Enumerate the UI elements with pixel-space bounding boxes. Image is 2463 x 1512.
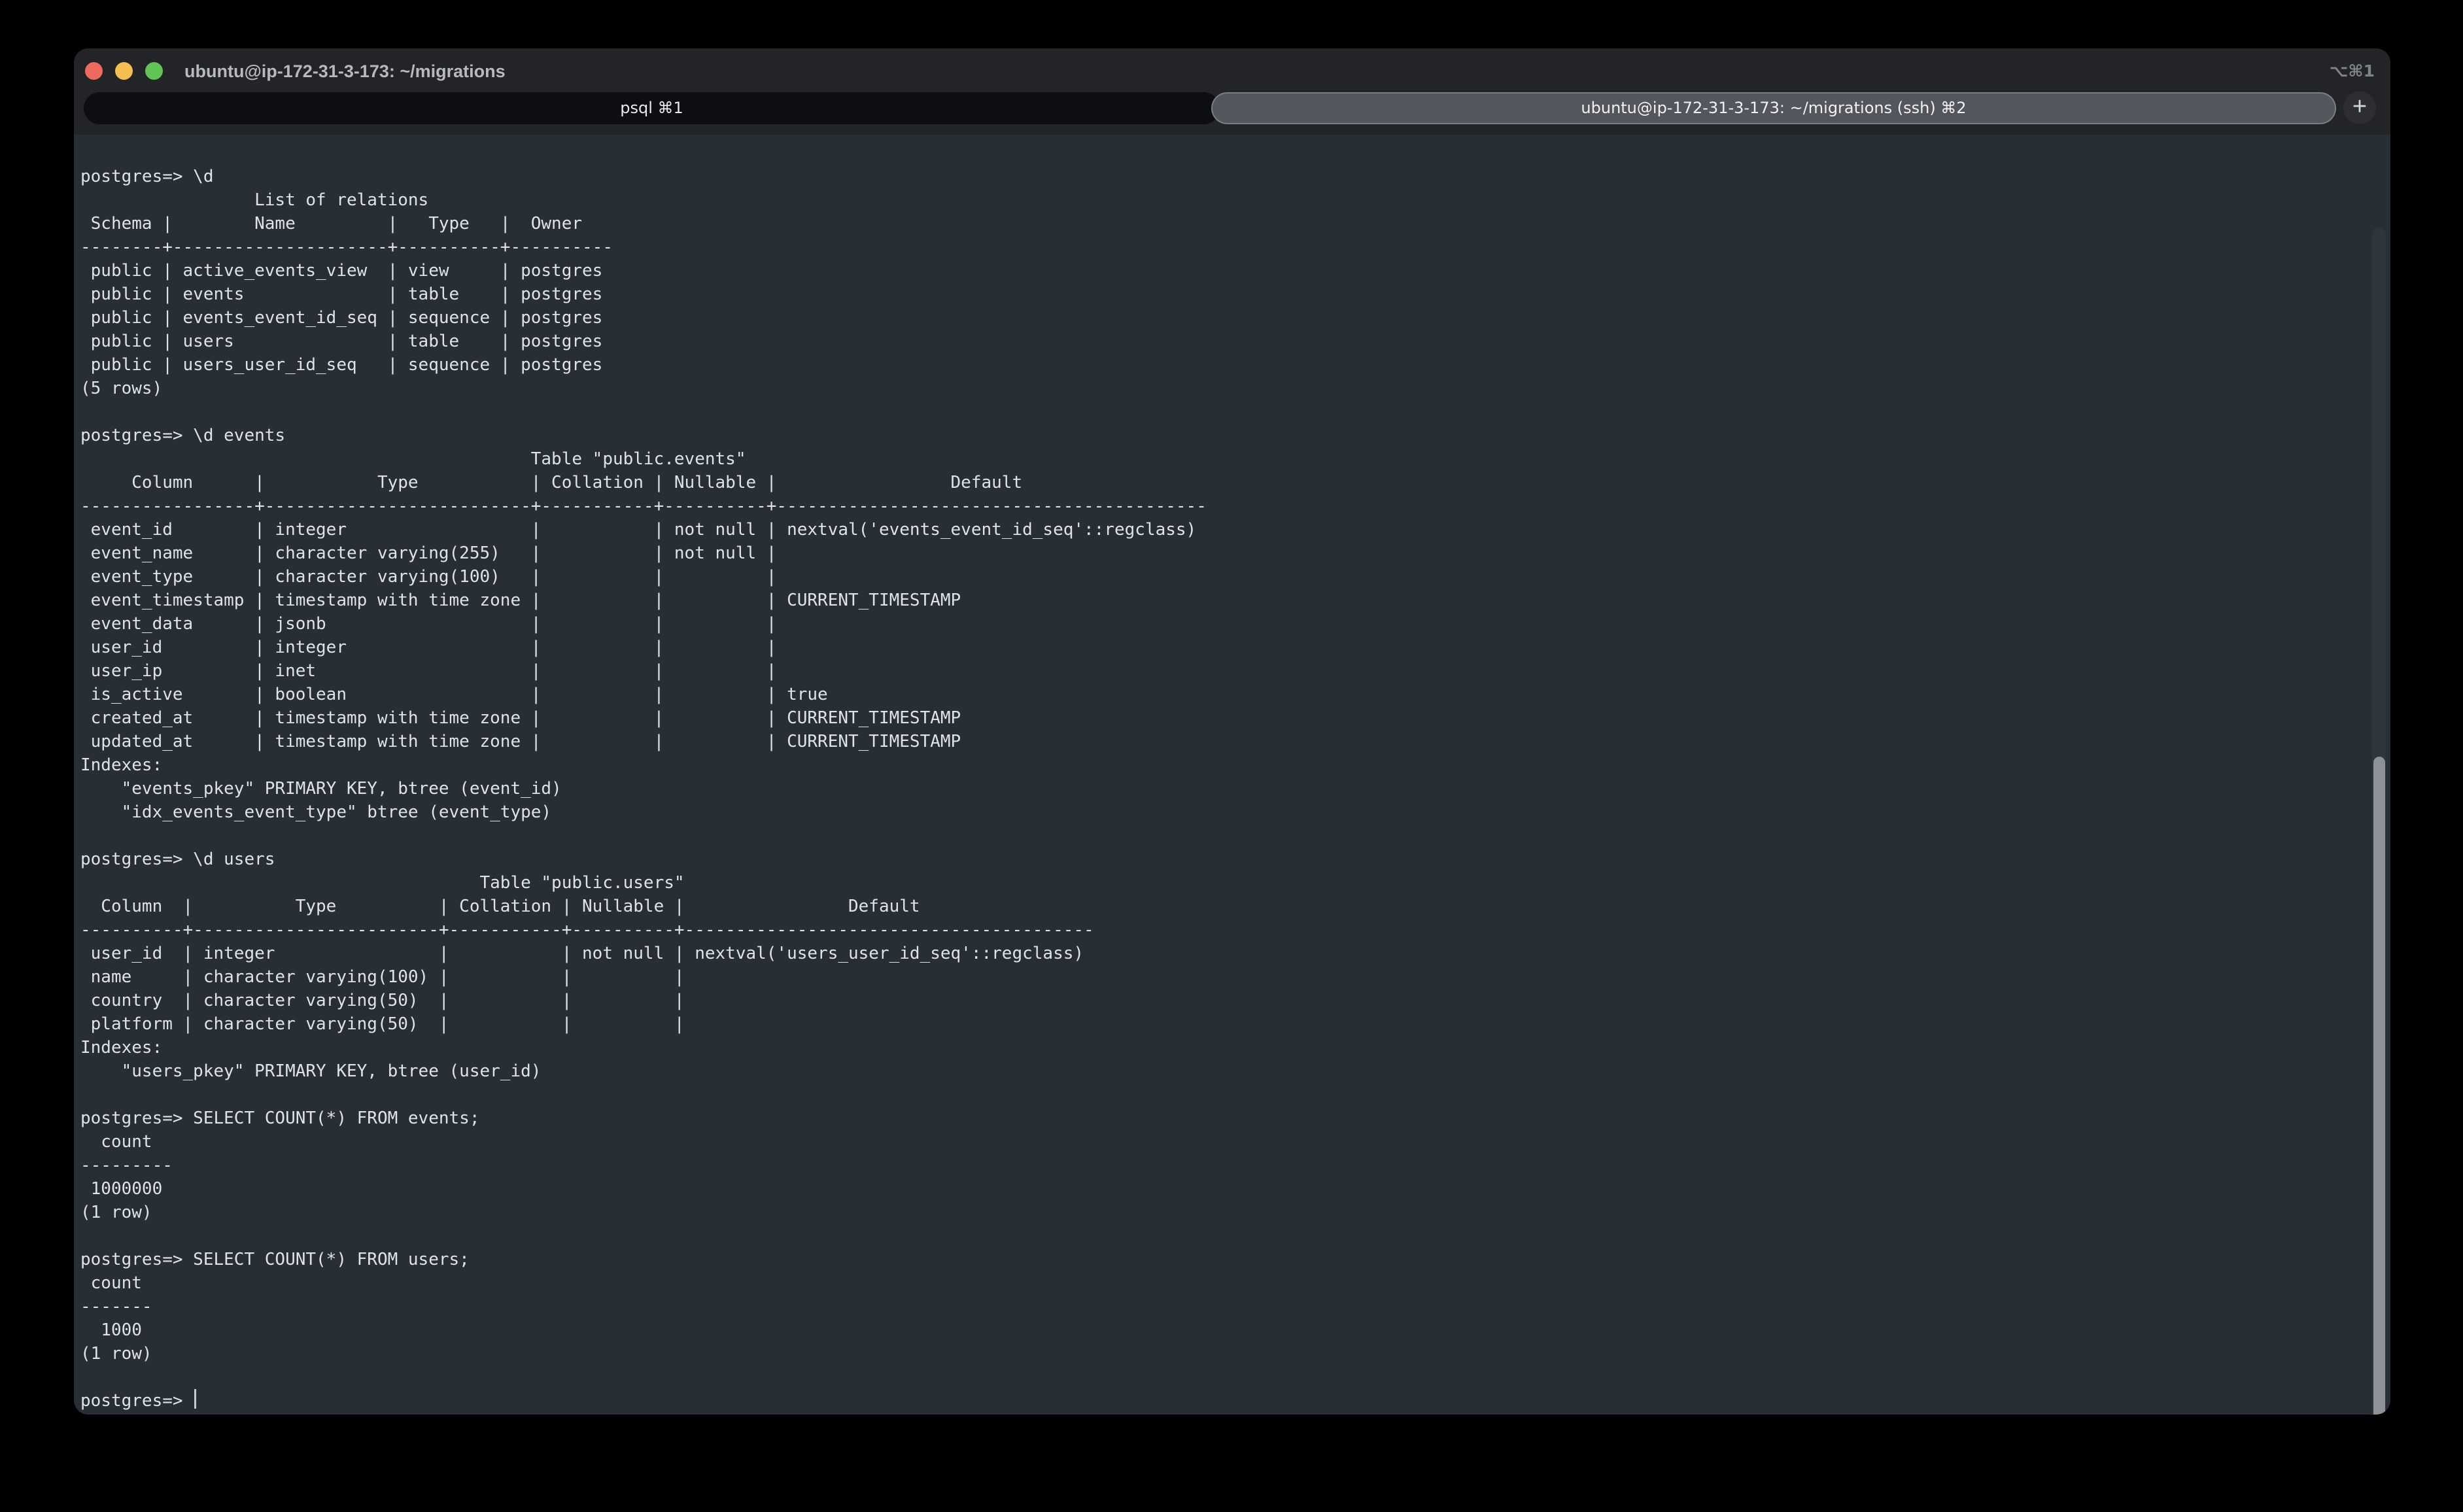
window-shortcut-badge: ⌥⌘1 <box>2330 48 2375 94</box>
tab-ssh-session-label: ubuntu@ip-172-31-3-173: ~/migrations (ss… <box>1581 99 1966 117</box>
text-cursor <box>194 1389 196 1409</box>
terminal-window: ubuntu@ip-172-31-3-173: ~/migrations ⌥⌘1… <box>74 48 2390 1415</box>
tab-psql[interactable]: psql ⌘1 <box>84 92 1220 124</box>
new-tab-button[interactable]: + <box>2343 92 2376 124</box>
terminal-content[interactable]: postgres=> \d List of relations Schema |… <box>74 135 2390 1415</box>
terminal-prompt: postgres=> <box>80 1391 193 1411</box>
terminal-transcript: postgres=> \d List of relations Schema |… <box>80 165 2390 1366</box>
tab-psql-label: psql ⌘1 <box>620 99 683 117</box>
window-chrome[interactable]: ubuntu@ip-172-31-3-173: ~/migrations ⌥⌘1… <box>74 48 2390 135</box>
minimize-button[interactable] <box>115 62 133 80</box>
tab-ssh-session[interactable]: ubuntu@ip-172-31-3-173: ~/migrations (ss… <box>1211 92 2336 124</box>
zoom-button[interactable] <box>145 62 163 80</box>
scrollbar-thumb[interactable] <box>2373 757 2385 1415</box>
terminal-text-area: postgres=> \d List of relations Schema |… <box>74 135 2390 1415</box>
window-title: ubuntu@ip-172-31-3-173: ~/migrations <box>184 48 506 94</box>
terminal-prompt-line: postgres=> <box>80 1389 2390 1413</box>
close-button[interactable] <box>85 62 103 80</box>
